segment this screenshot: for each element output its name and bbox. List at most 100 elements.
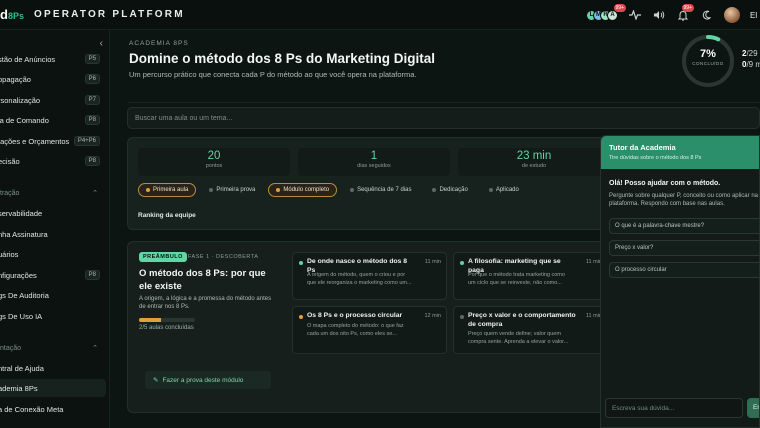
module-tag: PREÂMBULO [139, 252, 187, 262]
tutor-chat-panel: Tutor da Academia Tire dúvidas sobre o m… [600, 135, 760, 428]
sidebar-item-label: gs De Auditoria [0, 290, 49, 300]
send-button[interactable]: Enviar [747, 398, 759, 418]
stat-label: pontos [205, 163, 223, 169]
top-actions: L M R A 99+ 99+ El [586, 0, 760, 30]
sidebar-item-command-room[interactable]: la de Comando P8 [0, 111, 106, 129]
volume-icon[interactable] [652, 8, 666, 22]
sidebar-item-academy[interactable]: ademia 8Ps [0, 379, 106, 397]
sidebar-item-decision[interactable]: ecisão P8 [0, 152, 106, 170]
sidebar-item-observability[interactable]: servabilidade [0, 204, 106, 222]
sidebar-item-ai-usage-logs[interactable]: gs De Uso IA [0, 307, 106, 325]
sidebar-item-help-center[interactable]: ntral de Ajuda [0, 359, 106, 377]
shortcut-badge: P8 [84, 270, 100, 280]
chat-suggestion[interactable]: Preço x valor? [609, 240, 759, 256]
chat-subtitle: Tire dúvidas sobre o método dos 8 Ps [609, 155, 702, 161]
sidebar-item-label: la de Comando [0, 115, 49, 125]
page-subtitle: Um percurso prático que conecta cada P d… [129, 70, 417, 79]
chat-suggestion[interactable]: O processo circular [609, 262, 759, 278]
lesson-description: um ciclo que se reinveste, não como... [468, 280, 562, 286]
chip-label: Dedicação [439, 187, 468, 193]
sidebar-section-docs[interactable]: ntação ⌃ [0, 341, 106, 355]
lesson-card[interactable]: Preço x valor e o comportamento de compr… [453, 306, 608, 354]
activity-icon[interactable] [628, 8, 642, 22]
lesson-duration: 12 min [424, 313, 441, 319]
sidebar-item-users[interactable]: uários [0, 245, 106, 263]
stat-label: de estudo [521, 163, 547, 169]
section-label: ntação [0, 344, 22, 352]
chip-label: Módulo completo [283, 187, 330, 193]
sidebar-item-meta-connection[interactable]: a de Conexão Meta [0, 400, 106, 418]
team-ranking-title[interactable]: Ranking da equipe [138, 212, 196, 219]
stat-points: 20 pontos [138, 148, 290, 176]
chat-header: Tutor da Academia Tire dúvidas sobre o m… [601, 136, 759, 169]
sidebar-item-settings[interactable]: nfigurações P8 [0, 266, 106, 284]
online-count-badge: 99+ [613, 3, 626, 12]
logo[interactable]: d8Ps [0, 7, 24, 22]
chip-label: Aplicado [495, 187, 519, 193]
divider [128, 102, 760, 103]
chip-label: Primeira aula [153, 187, 189, 193]
pencil-icon: ✎ [153, 377, 159, 384]
stat-label: dias seguidos [357, 163, 391, 169]
logo-prefix: d [0, 7, 8, 22]
lessons-progress: 2/29 a [742, 49, 760, 58]
lesson-description: A origem do método, quem o criou e por [307, 272, 406, 278]
user-name[interactable]: El [750, 11, 760, 20]
chevron-left-icon[interactable]: ‹ [100, 38, 103, 49]
shortcut-badge: P5 [84, 54, 100, 64]
stat-value: 20 [207, 150, 221, 162]
chip-dot [276, 188, 281, 192]
bell-icon[interactable]: 99+ [676, 4, 694, 22]
lesson-description: compra sente. Aprenda a elevar o valor..… [468, 339, 569, 345]
chip-module-complete[interactable]: Módulo completo [268, 183, 338, 197]
sidebar-item-audit-logs[interactable]: gs De Auditoria [0, 286, 106, 304]
sidebar-section-admin[interactable]: tração ⌃ [0, 186, 106, 200]
chip-dedication[interactable]: Dedicação [424, 183, 475, 197]
button-label: Fazer a prova deste módulo [162, 376, 244, 384]
sidebar-item-personalization[interactable]: rsonalização P7 [0, 91, 106, 109]
lesson-title: Preço x valor e o comportamento de compr… [468, 312, 576, 328]
lesson-card[interactable]: Os 8 Ps e o processo circular 12 min O m… [292, 306, 447, 354]
eyebrow: ACADEMIA 8PS [129, 40, 189, 47]
chip-first-test[interactable]: Primeira prova [201, 183, 263, 197]
logo-suffix: 8Ps [7, 11, 24, 21]
lesson-description: cada um dos oito Ps, como eles se... [307, 331, 397, 337]
sidebar-item-label: gs De Uso IA [0, 311, 43, 321]
module-progress-bar [139, 318, 195, 322]
section-label: tração [0, 189, 20, 197]
lesson-description: O mapa completo do método: o que faz [307, 323, 404, 329]
module-progress-fill [139, 318, 162, 322]
stat-value: 23 min [516, 150, 552, 162]
moon-icon[interactable] [700, 8, 714, 22]
sidebar-item-label: opagação [0, 74, 31, 84]
module-description: A origem, a lógica e a promessa do métod… [139, 296, 272, 310]
chip-dot [350, 188, 355, 192]
chat-input[interactable]: Escreva sua dúvida... [605, 398, 743, 418]
lesson-card[interactable]: De onde nasce o método dos 8 Ps 11 min A… [292, 252, 447, 300]
user-avatar[interactable] [724, 7, 740, 23]
lesson-card[interactable]: A filosofia: marketing que se paga 11 mi… [453, 252, 608, 300]
chip-applied[interactable]: Aplicado [481, 183, 527, 197]
stat-value: 1 [370, 150, 378, 162]
online-users[interactable]: L M R A 99+ [586, 3, 626, 21]
stat-streak: 1 dias seguidos [298, 148, 450, 176]
search-input[interactable]: Buscar uma aula ou um tema... [127, 107, 760, 129]
sidebar-item-label: a de Conexão Meta [0, 404, 64, 414]
chip-7-day-streak[interactable]: Sequência de 7 dias [342, 183, 419, 197]
chip-dot [488, 188, 493, 192]
lesson-duration: 11 min [424, 259, 441, 265]
sidebar-item-quotes[interactable]: tações e Orçamentos P4+P6 [0, 132, 106, 150]
take-module-test-button[interactable]: ✎ Fazer a prova deste módulo [145, 371, 271, 389]
sidebar-item-ads[interactable]: stão de Anúncios P5 [0, 50, 106, 68]
chip-first-lesson[interactable]: Primeira aula [138, 183, 197, 197]
module-phase: FASE 1 · DESCOBERTA [188, 254, 259, 260]
app-title: OPERATOR PLATFORM [34, 9, 185, 20]
chat-suggestion[interactable]: O que é a palavra-chave mestre? [609, 218, 759, 234]
sidebar-item-label: ecisão [0, 156, 20, 166]
chat-title: Tutor da Academia [609, 143, 676, 152]
sidebar-item-propagation[interactable]: opagação P6 [0, 70, 106, 88]
sidebar-item-subscription[interactable]: nha Assinatura [0, 225, 106, 243]
modules-total: /9 m [746, 60, 760, 69]
top-bar: d8Ps OPERATOR PLATFORM L M R A 99+ 99+ E… [0, 0, 760, 30]
lessons-total: /29 a [746, 49, 760, 58]
